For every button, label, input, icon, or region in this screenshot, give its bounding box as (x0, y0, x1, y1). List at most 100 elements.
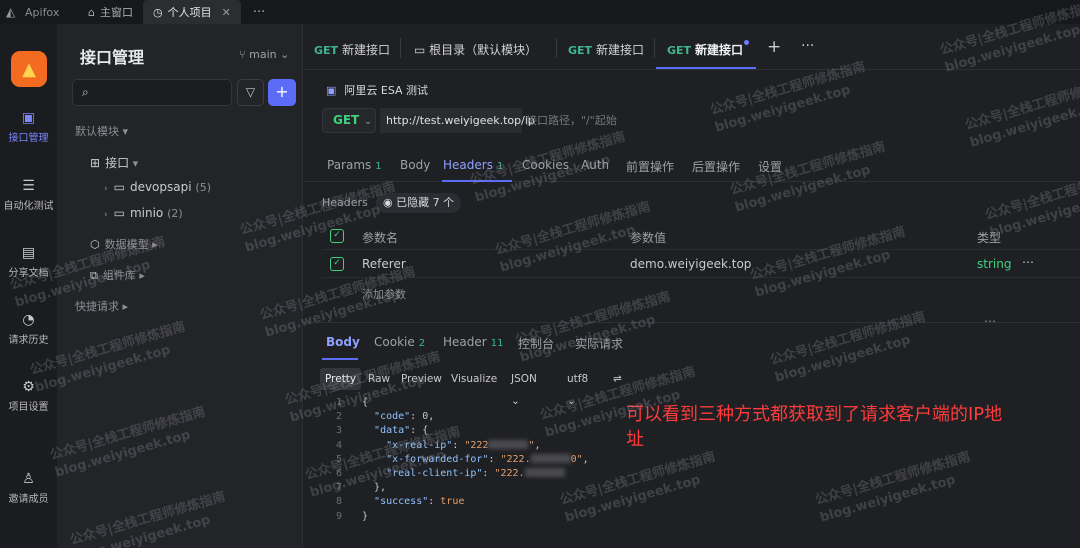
chevron-down-icon: ▾ (119, 125, 129, 138)
tab-pre-processors[interactable]: 前置操作 (626, 158, 674, 175)
tree-item-api-root[interactable]: ⊞ 接口 ▾ (90, 154, 138, 171)
format-visualize[interactable]: Visualize (446, 368, 502, 390)
quick-request-section[interactable]: 快捷请求 ▸ (75, 298, 128, 314)
content-type-select[interactable]: JSON ⌄ (506, 368, 542, 407)
tree-item-folder[interactable]: › ▭ devopsapi (5) (104, 180, 211, 194)
window-tab-home[interactable]: ⌂ 主窗口 (78, 0, 143, 24)
branch-selector[interactable]: ⑂ main ⌄ (239, 48, 289, 61)
method-select[interactable]: GET ⌄ (322, 108, 376, 133)
new-tab-button[interactable]: + (767, 37, 781, 57)
param-value-cell[interactable]: demo.weiyigeek.top (630, 257, 751, 271)
rail-item-label: 分享文档 (8, 268, 49, 279)
home-icon: ⌂ (88, 5, 95, 19)
tab-label: Body (400, 158, 431, 172)
tabs-more-button[interactable]: ··· (801, 38, 814, 54)
tab-auth[interactable]: Auth (581, 158, 609, 172)
encoding-select[interactable]: utf8 ⌄ (562, 368, 593, 407)
code-line: 5 "x-forwarded-for": "222. 0", (335, 453, 589, 465)
tab-cookies[interactable]: Cookies (522, 158, 569, 172)
row-more-icon[interactable]: ⋯ (1022, 255, 1034, 269)
rail-item-label: 接口管理 (8, 133, 49, 144)
user-add-icon: ♙ (22, 471, 35, 487)
folder-count: (5) (195, 181, 211, 194)
column-header: 参数名 (362, 231, 399, 245)
chevron-down-icon: ⌄ (276, 48, 290, 61)
path-input-placeholder[interactable]: 接口路径，"/"起始 (526, 108, 617, 133)
api-folder-icon: ⊞ (90, 156, 101, 170)
row-checkbox[interactable]: ✓ (330, 257, 344, 271)
format-pretty[interactable]: Pretty (320, 368, 362, 390)
format-raw[interactable]: Raw (363, 368, 395, 390)
automation-icon: ☰ (22, 178, 35, 194)
tab-params[interactable]: Params 1 (327, 158, 382, 172)
unsaved-dot (744, 40, 749, 45)
folder-icon: ▭ (414, 43, 430, 57)
request-tab-label: 新建接口 (695, 43, 744, 57)
response-tab-header[interactable]: Header 11 (443, 335, 503, 349)
rail-item-automation[interactable]: ☰ 自动化测试 (0, 178, 57, 212)
content-type-value: JSON (511, 373, 537, 385)
window-tab-label: 个人项目 (167, 6, 212, 19)
tab-label: Header (443, 335, 487, 349)
tab-label: 实际请求 (575, 337, 624, 351)
request-subtabs: Params 1 Body Headers 1 Cookies Auth 前置操作 … (304, 152, 1080, 182)
project-logo-icon[interactable]: ▲ (11, 51, 47, 87)
wrap-toggle-icon[interactable]: ⇌ (608, 368, 627, 390)
request-tab[interactable]: GET 新建接口 (314, 41, 390, 58)
rail-item-invite[interactable]: ♙ 邀请成员 (0, 471, 57, 505)
param-type-select[interactable]: string (977, 257, 1011, 271)
encoding-value: utf8 (567, 373, 589, 385)
request-tab[interactable]: ▭ 根目录（默认模块） (414, 41, 537, 58)
response-tab-cookie[interactable]: Cookie 2 (374, 335, 425, 349)
rail-item-history[interactable]: ◔ 请求历史 (0, 312, 57, 346)
tree-item-components[interactable]: ⧉ 组件库 ▸ (90, 267, 145, 283)
default-module-selector[interactable]: 默认模块 ▾ (75, 123, 128, 139)
tree-item-data-model[interactable]: ⬡ 数据模型 ▸ (90, 236, 158, 252)
eye-icon: ◉ (383, 196, 397, 209)
rail-item-settings[interactable]: ⚙ 项目设置 (0, 379, 57, 413)
tab-label: Auth (581, 158, 610, 172)
tab-settings[interactable]: 设置 (758, 158, 782, 175)
select-all-checkbox[interactable]: ✓ (330, 229, 344, 243)
folder-count: (2) (167, 207, 183, 220)
tab-headers[interactable]: Headers 1 (443, 158, 503, 172)
code-line: 4 "x-real-ip": "222 ", (335, 439, 541, 451)
tab-label: Params (327, 158, 372, 172)
response-tab-console[interactable]: 控制台 (518, 335, 554, 352)
tree-item-folder[interactable]: › ▭ minio (2) (104, 206, 183, 220)
request-tab-active[interactable]: GET 新建接口 (667, 41, 743, 58)
rail-item-api-management[interactable]: ▣ 接口管理 (0, 110, 57, 144)
tab-separator (556, 38, 557, 58)
tab-count: 11 (490, 338, 504, 349)
active-tab-indicator (656, 67, 756, 69)
code-line: 2 "code": 0, (335, 411, 435, 423)
tab-body[interactable]: Body (400, 158, 430, 172)
panel-divider[interactable] (304, 322, 1080, 323)
request-tab-label: 新建接口 (342, 43, 391, 57)
param-name-cell[interactable]: Referer (362, 257, 406, 271)
request-tab[interactable]: GET 新建接口 (568, 41, 644, 58)
add-api-button[interactable]: + (268, 79, 296, 106)
column-header: 参数值 (630, 231, 667, 245)
rail-item-share-docs[interactable]: ▤ 分享文档 (0, 245, 57, 279)
sidebar-search-input[interactable]: ⌕ (72, 79, 232, 106)
close-icon[interactable]: ✕ (222, 6, 231, 19)
resize-handle-icon[interactable]: ⋯ (984, 314, 996, 328)
code-line: 1{ (335, 397, 369, 408)
format-preview[interactable]: Preview (396, 368, 447, 390)
window-tab-project[interactable]: ◷ 个人项目 ✕ (142, 0, 241, 24)
rail-item-label: 自动化测试 (3, 201, 54, 212)
window-titlebar: ◭ Apifox ⌂ 主窗口 ◷ 个人项目 ✕ ··· (0, 0, 1080, 24)
window-more-button[interactable]: ··· (253, 5, 265, 20)
method-badge: GET (314, 44, 339, 57)
branch-name: main (249, 48, 277, 61)
tree-item-label: 数据模型 (104, 238, 149, 251)
add-param-button[interactable]: 添加参数 (362, 286, 406, 302)
hidden-headers-toggle[interactable]: ◉ 已隐藏 7 个 (376, 193, 462, 213)
response-tab-body[interactable]: Body (326, 335, 360, 349)
tree-item-label: 组件库 (102, 269, 136, 282)
filter-button[interactable]: ▽ (237, 79, 264, 106)
tab-post-processors[interactable]: 后置操作 (692, 158, 740, 175)
url-input[interactable]: http://test.weiyigeek.top/ip (380, 108, 535, 133)
response-tab-actual-request[interactable]: 实际请求 (575, 335, 623, 352)
